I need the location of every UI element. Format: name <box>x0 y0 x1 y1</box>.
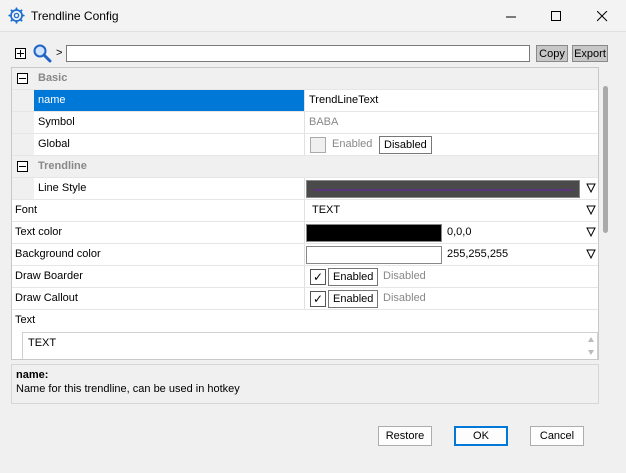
export-button[interactable]: Export <box>572 45 608 62</box>
dropdown-arrow-icon[interactable] <box>586 183 596 193</box>
property-label: name <box>34 90 304 111</box>
gear-icon <box>8 7 25 24</box>
search-icon <box>33 44 52 63</box>
property-row-draw-callout[interactable]: Draw Callout ✓ Enabled Disabled <box>12 288 598 310</box>
symbol-value: BABA <box>309 116 339 128</box>
close-icon <box>596 10 607 21</box>
property-row-name[interactable]: name TrendLineText <box>12 90 598 112</box>
copy-button[interactable]: Copy <box>536 45 568 62</box>
property-grid: Basic name TrendLineText Symbol BABA Glo… <box>11 67 599 360</box>
maximize-icon <box>550 10 561 21</box>
description-title: name: <box>16 369 49 381</box>
text-color-value: 0,0,0 <box>447 226 472 238</box>
category-basic[interactable]: Basic <box>12 68 598 90</box>
collapse-icon[interactable] <box>17 73 28 84</box>
category-label: Trendline <box>38 160 87 172</box>
global-checkbox[interactable] <box>310 137 326 153</box>
expand-all-icon[interactable] <box>15 48 26 59</box>
dropdown-arrow-icon[interactable] <box>586 227 596 237</box>
global-disabled-option[interactable]: Disabled <box>379 136 432 154</box>
property-label: Font <box>15 204 38 216</box>
search-prefix: > <box>56 47 63 59</box>
property-label: Text color <box>15 226 63 238</box>
draw-callout-disabled-option[interactable]: Disabled <box>383 288 426 309</box>
category-trendline[interactable]: Trendline <box>12 156 598 178</box>
draw-boarder-enabled-option[interactable]: Enabled <box>328 268 379 286</box>
description-panel: name: Name for this trendline, can be us… <box>11 364 599 404</box>
dropdown-arrow-icon[interactable] <box>586 205 596 215</box>
text-scroll-arrows-icon[interactable] <box>586 334 596 358</box>
background-color-swatch[interactable] <box>306 246 442 264</box>
description-text: Name for this trendline, can be used in … <box>16 383 240 395</box>
close-button[interactable] <box>579 0 625 32</box>
property-row-background-color[interactable]: Background color 255,255,255 <box>12 244 598 266</box>
draw-callout-checkbox[interactable]: ✓ <box>310 291 326 307</box>
property-row-text-color[interactable]: Text color 0,0,0 <box>12 222 598 244</box>
name-value[interactable]: TrendLineText <box>309 90 378 111</box>
property-label: Background color <box>15 248 101 260</box>
dropdown-arrow-icon[interactable] <box>586 249 596 259</box>
property-label: Draw Callout <box>15 292 78 304</box>
property-label: Text <box>15 314 36 326</box>
property-label: Global <box>38 138 70 150</box>
property-row-line-style[interactable]: Line Style <box>12 178 598 200</box>
ok-button[interactable]: OK <box>454 426 508 446</box>
cancel-button[interactable]: Cancel <box>530 426 584 446</box>
global-enabled-option[interactable]: Enabled <box>332 134 372 155</box>
text-color-swatch[interactable] <box>306 224 442 242</box>
property-row-symbol[interactable]: Symbol BABA <box>12 112 598 134</box>
draw-callout-enabled-option[interactable]: Enabled <box>328 290 379 308</box>
property-row-global[interactable]: Global Enabled Disabled <box>12 134 598 156</box>
line-style-swatch[interactable] <box>306 180 580 198</box>
property-label: Line Style <box>38 182 87 194</box>
property-label: Draw Boarder <box>15 270 83 282</box>
property-label: Symbol <box>38 116 75 128</box>
draw-boarder-disabled-option[interactable]: Disabled <box>383 266 426 287</box>
category-label: Basic <box>38 72 68 84</box>
maximize-button[interactable] <box>533 0 579 32</box>
background-color-value: 255,255,255 <box>447 248 509 260</box>
restore-button[interactable]: Restore <box>378 426 432 446</box>
search-input[interactable] <box>66 45 530 62</box>
font-value[interactable]: TEXT <box>312 200 340 221</box>
collapse-icon[interactable] <box>17 161 28 172</box>
draw-boarder-checkbox[interactable]: ✓ <box>310 269 326 285</box>
text-value-area[interactable]: TEXT <box>22 332 598 359</box>
property-row-font[interactable]: Font TEXT <box>12 200 598 222</box>
property-row-draw-boarder[interactable]: Draw Boarder ✓ Enabled Disabled <box>12 266 598 288</box>
minimize-button[interactable] <box>488 0 534 32</box>
window-title: Trendline Config <box>31 9 119 23</box>
grid-scrollbar[interactable] <box>603 86 608 233</box>
minimize-icon <box>505 16 516 17</box>
